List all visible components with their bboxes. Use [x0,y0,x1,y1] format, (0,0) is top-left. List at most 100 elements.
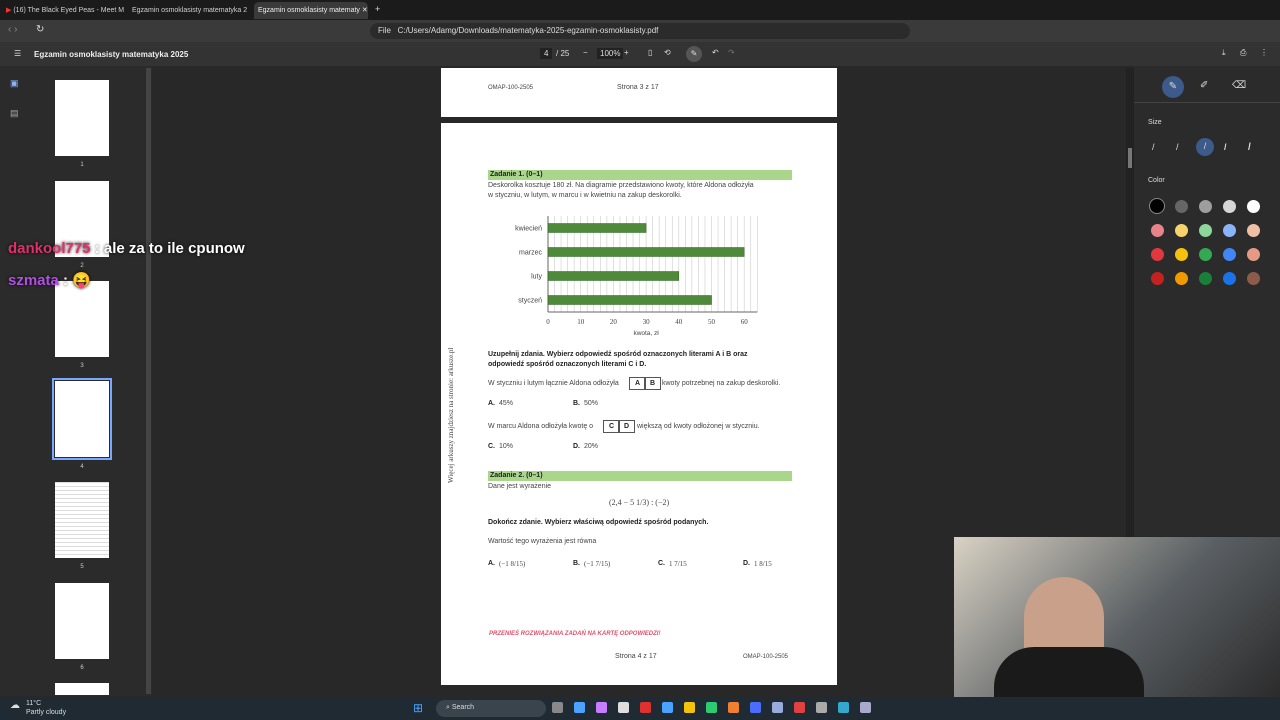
category-label: styczeń [518,298,542,305]
category-label: luty [531,274,542,281]
color-swatch[interactable] [1199,272,1212,285]
color-swatch[interactable] [1223,272,1236,285]
pen-tool-icon[interactable]: ✎ [1162,76,1184,98]
size-3-button[interactable]: / [1196,138,1214,156]
tick-label: 40 [675,318,683,326]
taskbar-app-icon[interactable] [794,702,805,713]
taskbar: ☁ 11°C Partly cloudy ⊞ ⌕ Search [0,697,1280,720]
taskbar-app-icon[interactable] [750,702,761,713]
taskbar-app-icon[interactable] [596,702,607,713]
taskbar-app-icon[interactable] [816,702,827,713]
taskbar-app-icon[interactable] [772,702,783,713]
category-label: kwiecień [515,226,542,233]
color-swatch[interactable] [1175,248,1188,261]
annotation-panel: ✎ ✐ ⌫ Size / / / / / Color [1134,66,1280,536]
bar-0 [547,223,647,233]
thumbnail-page-4[interactable] [52,378,112,460]
address-bar[interactable]: File C:/Users/Adamg/Downloads/matematyka… [370,23,910,39]
redo-icon[interactable]: ↷ [728,48,735,57]
color-swatch[interactable] [1175,272,1188,285]
highlighter-tool-icon[interactable]: ✐ [1200,80,1208,91]
color-swatch[interactable] [1247,224,1260,237]
tab-pdf-active[interactable]: Egzamin osmoklasisty matematy ✕ [254,2,368,19]
color-swatch[interactable] [1199,200,1212,213]
chat-message: szmata : 😝 [8,272,91,289]
tick-label: 50 [708,318,716,326]
bar-3 [547,295,712,305]
draw-button[interactable]: ✎ [686,46,702,62]
size-5-button[interactable]: / [1248,142,1251,153]
taskbar-app-icon[interactable] [640,702,651,713]
color-swatch[interactable] [1175,200,1188,213]
answer-box-d[interactable]: D [618,420,636,433]
taskbar-app-icon[interactable] [860,702,871,713]
more-icon[interactable]: ⋮ [1260,48,1268,57]
close-icon[interactable]: ✕ [362,7,368,14]
thumbnail-page-6[interactable] [55,583,109,659]
start-icon[interactable]: ⊞ [413,701,423,715]
back-icon[interactable]: ‹ › [8,24,17,35]
youtube-icon: ▶ [6,7,12,14]
color-swatch[interactable] [1199,248,1212,261]
outline-view-icon[interactable]: ▤ [10,108,19,119]
search-box[interactable]: ⌕ Search [436,700,546,717]
page-total: / 25 [556,49,570,58]
thumbnail-page-1[interactable] [55,80,109,156]
document-scrollbar[interactable] [1126,68,1134,538]
math-expression: (2,4 − 5 1/3) : (−2) [609,498,670,507]
color-swatch[interactable] [1149,198,1165,214]
menu-icon[interactable]: ☰ [14,49,21,58]
zoom-input[interactable]: 100% [597,48,624,59]
color-swatch[interactable] [1151,272,1164,285]
rotate-icon[interactable]: ⟲ [664,48,671,57]
reload-icon[interactable]: ↻ [36,24,44,35]
size-4-button[interactable]: / [1224,142,1227,152]
size-1-button[interactable]: / [1152,142,1155,152]
tab-bar: ▶ (16) The Black Eyed Peas - Meet M Egza… [0,0,1280,20]
download-icon[interactable]: ⤓ [1222,48,1226,58]
tab-youtube[interactable]: ▶ (16) The Black Eyed Peas - Meet M [2,2,126,19]
color-swatch[interactable] [1223,224,1236,237]
thumbnail-page-3[interactable] [55,281,109,357]
taskbar-app-icon[interactable] [838,702,849,713]
color-swatch[interactable] [1223,200,1236,213]
new-tab-button[interactable]: + [375,4,380,14]
thumbnails-view-icon[interactable]: ▣ [10,78,19,89]
pdf-page-3: OMAP-100-2505 Strona 3 z 17 [441,68,837,117]
tick-label: 60 [741,318,749,326]
undo-icon[interactable]: ↶ [712,48,719,57]
tick-label: 10 [577,318,585,326]
thumbnail-page-7[interactable] [55,683,109,695]
document-title: Egzamin osmoklasisty matematyka 2025 [34,50,189,59]
color-swatch[interactable] [1151,224,1164,237]
color-swatch[interactable] [1175,224,1188,237]
taskbar-app-icon[interactable] [728,702,739,713]
color-swatch[interactable] [1151,248,1164,261]
zoom-in-button[interactable]: + [624,48,629,57]
taskbar-app-icon[interactable] [552,702,563,713]
eraser-tool-icon[interactable]: ⌫ [1232,80,1246,91]
color-swatch[interactable] [1247,272,1260,285]
chat-message: dankool775 : ale za to ile cpunow [8,240,245,257]
taskbar-app-icon[interactable] [706,702,717,713]
thumbnail-page-5[interactable] [55,482,109,558]
color-swatch[interactable] [1247,248,1260,261]
category-label: marzec [519,250,542,257]
fit-icon[interactable]: ▯ [648,48,652,57]
sidebar-scrollbar[interactable] [146,68,151,694]
taskbar-app-icon[interactable] [618,702,629,713]
color-swatch[interactable] [1247,200,1260,213]
tab-pdf-1[interactable]: Egzamin osmoklasisty matematyka 2 [128,2,252,19]
color-swatch[interactable] [1223,248,1236,261]
page-input[interactable]: 4 [540,48,553,59]
taskbar-app-icon[interactable] [662,702,673,713]
answer-box-b[interactable]: B [644,377,662,390]
zoom-out-button[interactable]: − [583,48,588,57]
color-swatch[interactable] [1199,224,1212,237]
size-2-button[interactable]: / [1176,142,1179,152]
taskbar-app-icon[interactable] [574,702,585,713]
pdf-toolbar: ☰ Egzamin osmoklasisty matematyka 2025 4… [0,42,1280,66]
taskbar-app-icon[interactable] [684,702,695,713]
tick-label: 20 [610,318,618,326]
print-icon[interactable]: ⎙ [1240,48,1246,58]
